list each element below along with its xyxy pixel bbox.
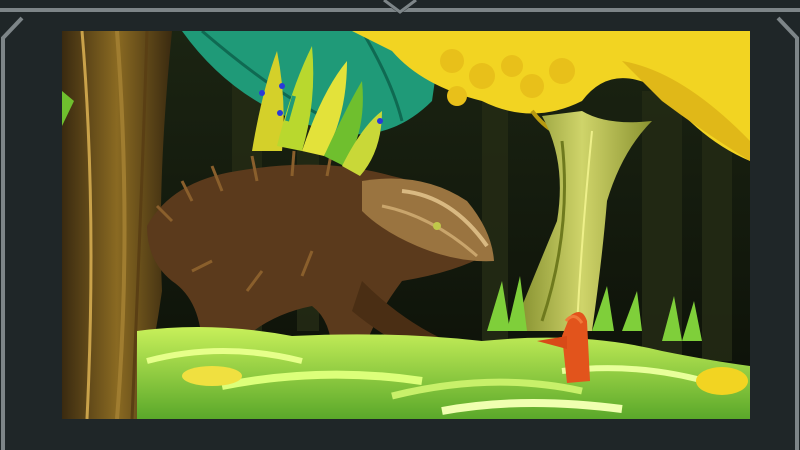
notch-chevron-icon — [380, 0, 420, 14]
forest-scene — [62, 31, 750, 419]
creature-eye — [433, 222, 441, 230]
game-viewport[interactable] — [62, 31, 750, 419]
game-frame — [0, 0, 800, 450]
corner-bracket-left-icon — [1, 16, 24, 450]
corner-bracket-right-icon — [776, 16, 799, 450]
